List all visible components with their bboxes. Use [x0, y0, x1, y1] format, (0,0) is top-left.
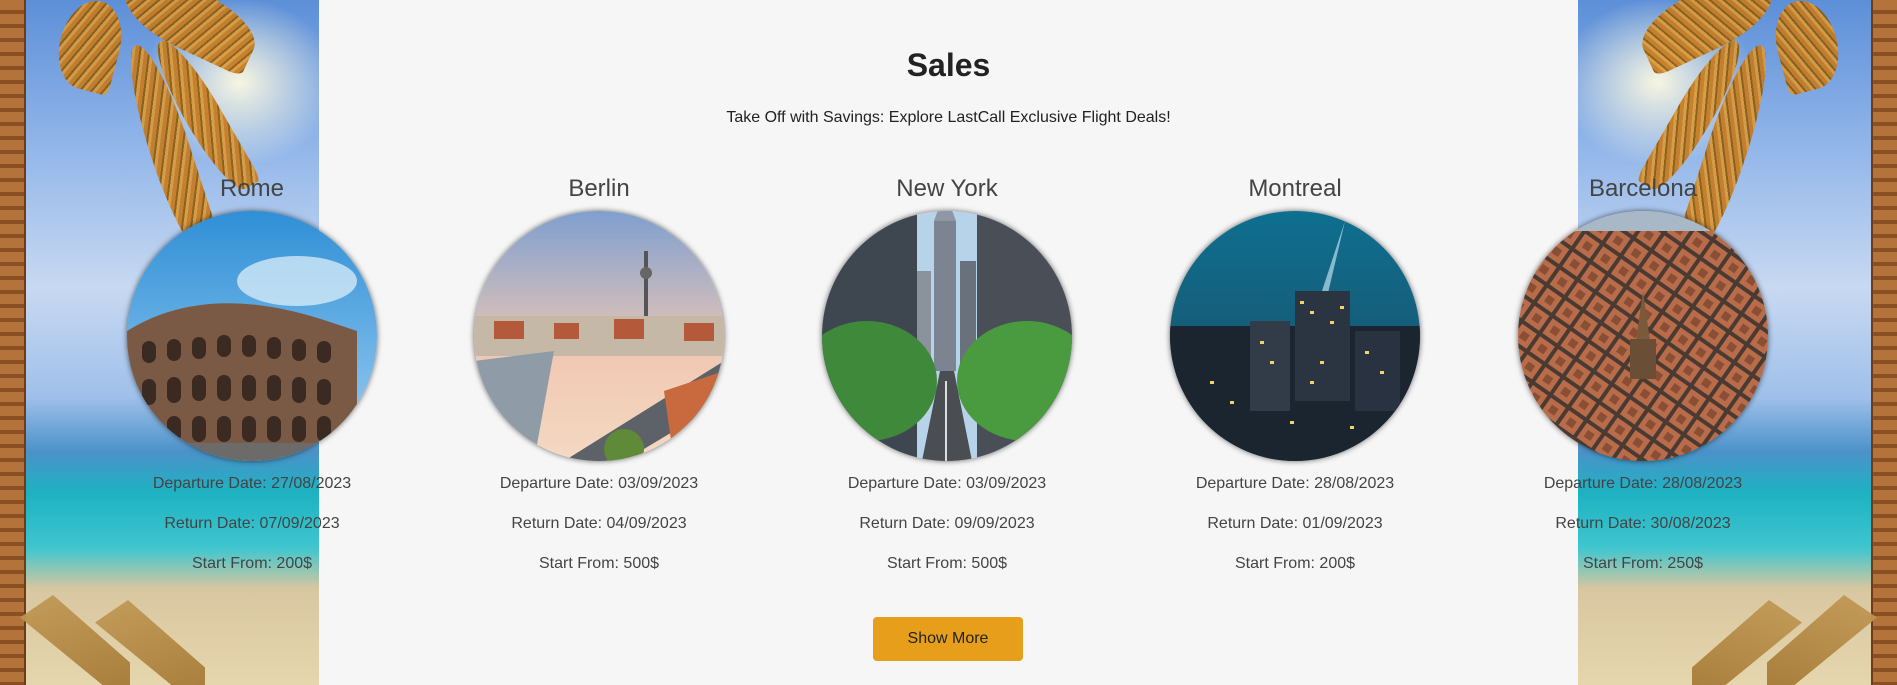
rome-colosseum-photo[interactable] — [127, 211, 377, 461]
deal-start-price: Start From: 200$ — [191, 555, 313, 572]
deal-departure-date: Departure Date: 27/08/2023 — [152, 475, 352, 492]
deal-departure-date: Departure Date: 28/08/2023 — [1543, 475, 1743, 492]
show-more-button[interactable]: Show More — [873, 617, 1023, 661]
deal-city: Montreal — [1248, 175, 1342, 202]
palm-trunk — [1871, 0, 1897, 685]
deal-start-price: Start From: 500$ — [538, 555, 660, 572]
berlin-skyline-photo[interactable] — [474, 211, 724, 461]
deal-city: New York — [896, 175, 998, 202]
deal-card-barcelona[interactable]: Barcelona Departure Date: 28/08/2023 Ret… — [1513, 174, 1773, 584]
deal-return-date: Return Date: 04/09/2023 — [511, 515, 687, 532]
deal-card-berlin[interactable]: Berlin Departure Date: 03/09/2023 Return… — [469, 174, 729, 584]
deal-start-price: Start From: 250$ — [1582, 555, 1704, 572]
deal-return-date: Return Date: 01/09/2023 — [1207, 515, 1383, 532]
deal-return-date: Return Date: 30/08/2023 — [1555, 515, 1731, 532]
deal-departure-date: Departure Date: 28/08/2023 — [1195, 475, 1395, 492]
deal-city: Berlin — [568, 175, 630, 202]
deal-departure-date: Departure Date: 03/09/2023 — [499, 475, 699, 492]
barcelona-aerial-photo[interactable] — [1518, 211, 1768, 461]
deal-start-price: Start From: 500$ — [886, 555, 1008, 572]
palm-trunk — [0, 0, 26, 685]
deal-departure-date: Departure Date: 03/09/2023 — [847, 475, 1047, 492]
deal-city: Rome — [219, 175, 285, 202]
deal-card-new-york[interactable]: New York Departure Date: 03/09/2023 Retu… — [817, 174, 1077, 584]
beach-chair — [20, 595, 130, 685]
deal-city: Barcelona — [1588, 175, 1698, 202]
deal-return-date: Return Date: 07/09/2023 — [164, 515, 340, 532]
montreal-night-photo[interactable] — [1170, 211, 1420, 461]
page-subtitle: Take Off with Savings: Explore LastCall … — [726, 109, 1171, 126]
deal-start-price: Start From: 200$ — [1234, 555, 1356, 572]
beach-chair — [1767, 595, 1877, 685]
deal-card-rome[interactable]: Rome Departure Date: 27/08/2023 Return D… — [122, 174, 382, 584]
new-york-street-photo[interactable] — [822, 211, 1072, 461]
page-title: Sales — [906, 47, 991, 83]
deal-return-date: Return Date: 09/09/2023 — [859, 515, 1035, 532]
deal-card-montreal[interactable]: Montreal Departure Date: 28/08/2023 Retu… — [1165, 174, 1425, 584]
